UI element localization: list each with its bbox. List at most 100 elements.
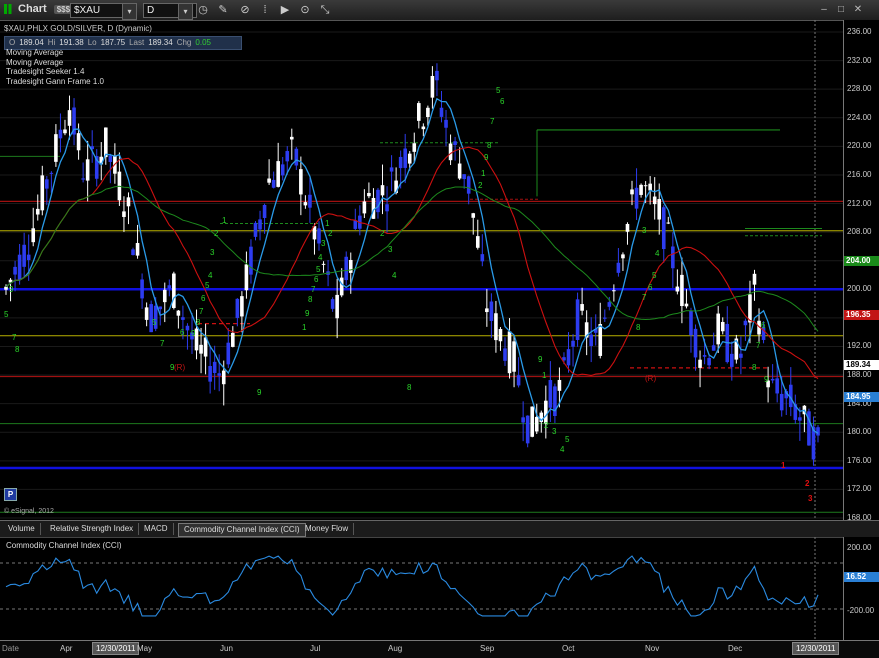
window-title: Chart [18,3,47,15]
tab-relative-strength-index[interactable]: Relative Strength Index [45,523,140,535]
seeker-count-label: 6 [314,275,319,284]
seeker-count-label: 3 [321,239,326,248]
seeker-count-label: 6 [180,328,185,337]
study-item[interactable]: Moving Average [6,48,104,58]
candle-body [35,208,40,215]
candle-body [158,306,163,310]
date-axis-label: Apr [60,644,73,653]
candle-body [144,307,149,320]
seeker-count-label: 1 [481,169,486,178]
date-axis[interactable]: Date 12/30/2011 12/30/2011 Apr May Jun Jul A… [0,640,879,658]
cci-chart[interactable] [0,537,843,640]
price-chart[interactable]: 5789987659123456789123456789123456789123… [0,20,843,520]
pencil-icon[interactable]: ✎ [216,3,230,17]
candle-body [430,75,435,98]
price-tag: 204.00 [844,255,879,266]
seeker-count-label: 7 [160,339,165,348]
symbol-input[interactable] [70,3,128,18]
seeker-count-label: 3 [210,248,215,257]
esignal-copyright: © eSignal, 2012 [4,508,54,515]
candle-body [271,179,276,188]
seeker-count-label: 8 [308,295,313,304]
tab-volume[interactable]: Volume [3,523,41,535]
clock-icon[interactable]: ◷ [196,3,210,17]
cci-axis[interactable] [843,537,879,640]
candle-body [262,204,267,218]
candle-body [680,274,684,307]
price-axis-label: 192.00 [847,341,872,351]
study-item[interactable]: Tradesight Gann Frame 1.0 [6,77,104,87]
ohlc-label: Last [129,38,145,47]
candle-body [253,222,258,237]
price-axis-label: 232.00 [847,55,872,65]
close-icon[interactable]: ✕ [851,3,865,16]
candle-body [199,344,203,354]
ohlc-value: 191.38 [59,38,84,47]
price-axis-label: 220.00 [847,141,872,151]
candle-body [17,254,22,280]
candle-body [657,199,662,220]
candle-body [643,185,648,187]
tab-macd[interactable]: MACD [139,523,174,535]
seeker-count-label: 4 [392,271,397,280]
seeker-count-label: 6 [201,294,206,303]
candle-body [249,246,253,275]
candle-body [816,427,820,436]
candle-body [103,127,108,158]
next-icon[interactable]: ⊙ [298,3,312,17]
date-axis-label: Oct [562,644,575,653]
seeker-count-label: 7 [199,307,204,316]
price-axis-label: 216.00 [847,169,872,179]
seeker-red-count: 1 [781,461,786,470]
seeker-count-label: 1 [542,371,547,380]
seeker-count-label: 8 [15,345,20,354]
candle-body [716,313,721,345]
link-icon[interactable]: ⊘ [238,3,252,17]
minimize-icon[interactable]: – [817,3,831,16]
bars-icon[interactable]: ⁞ [258,3,272,17]
candle-body [707,358,711,366]
candle-body [426,107,430,118]
candle-body [276,161,280,187]
candle-body [85,159,90,181]
candle-body [435,70,439,81]
play-icon[interactable]: ▶ [278,3,292,17]
seeker-count-label: 8 [196,318,201,327]
moving-average-fast [5,97,819,434]
symbol-dropdown-icon[interactable]: ▾ [122,3,137,20]
candle-body [798,417,802,421]
candle-body [185,325,190,331]
interval-dropdown-icon[interactable]: ▾ [178,3,193,20]
candle-body [503,348,507,361]
price-axis[interactable] [843,20,879,520]
p-button[interactable]: P [4,488,17,501]
candle-body [534,416,539,432]
candle-body [398,156,403,169]
tab-money-flow[interactable]: Money Flow [300,523,355,535]
candle-body [162,289,167,303]
maximize-icon[interactable]: □ [834,3,848,16]
candle-body [607,302,612,307]
seeker-count-label: 5 [205,281,210,290]
draw-tool-icon[interactable]: ⤡ [318,3,332,17]
candle-body [330,299,335,309]
candle-body [380,185,385,196]
price-axis-label: 172.00 [847,484,872,494]
study-item[interactable]: Moving Average [6,58,104,68]
candle-body [280,164,285,176]
tab-commodity-channel-index-cci[interactable]: Commodity Channel Index (CCI) [178,523,306,537]
candle-body [417,103,421,121]
candle-body [335,294,339,319]
candle-body [407,153,412,164]
study-item[interactable]: Tradesight Seeker 1.4 [6,67,104,77]
seeker-count-label: 7 [490,117,495,126]
candle-body [76,133,81,151]
candle-body [217,373,222,376]
seeker-count-label: 6 [648,283,653,292]
seeker-count-label: 4 [318,253,323,262]
moving-average-green [5,185,819,332]
cci-value-tag: 16.52 [844,572,879,582]
candle-body [471,213,476,218]
price-axis-label: 176.00 [847,455,872,465]
seeker-red-count: 3 [808,494,813,503]
